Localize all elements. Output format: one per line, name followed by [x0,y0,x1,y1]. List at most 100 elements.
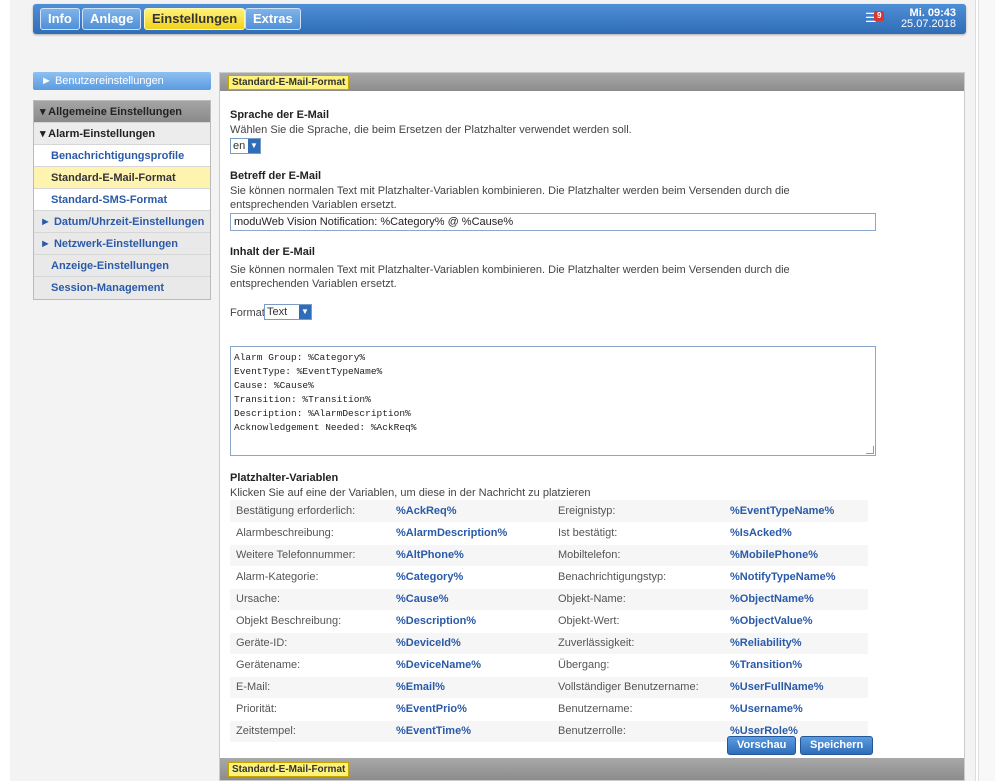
sidebar: ► Benutzereinstellungen ▾ Allgemeine Ein… [33,72,211,300]
panel-footer: Standard-E-Mail-Format [220,758,964,780]
table-row: Geräte-ID: %DeviceId% Zuverlässigkeit: %Rel… [230,632,868,655]
table-row: Bestätigung erforderlich: %AckReq% Ereigni… [230,500,868,523]
save-button[interactable]: Speichern [800,736,874,755]
placeholder-variable[interactable]: %Cause% [390,588,552,611]
placeholder-label: Objekt Beschreibung: [230,610,390,633]
placeholder-variable[interactable]: %AltPhone% [390,544,552,567]
placeholder-label: Zeitstempel: [230,720,390,743]
placeholder-variable[interactable]: %EventTime% [390,720,552,743]
placeholder-label: Mobiltelefon: [552,544,724,567]
body-line: Acknowledgement Needed: %AckReq% [234,422,417,433]
placeholder-variable[interactable]: %Reliability% [724,632,868,655]
language-select[interactable]: en ▼ [230,138,261,154]
tab-extras[interactable]: Extras [245,8,301,30]
sidebar-item-session[interactable]: Session-Management [34,277,210,299]
placeholder-variable[interactable]: %DeviceId% [390,632,552,655]
placeholder-label: Ist bestätigt: [552,522,724,545]
panel-title: Standard-E-Mail-Format [228,75,350,90]
placeholder-variable[interactable]: %EventPrio% [390,698,552,721]
language-desc: Wählen Sie die Sprache, die beim Ersetze… [230,124,632,136]
placeholder-label: Zuverlässigkeit: [552,632,724,655]
top-navigation-bar: Info Anlage Einstellungen Extras ☰ 9 Mi.… [33,4,966,34]
placeholder-label: Gerätename: [230,654,390,677]
table-row: Objekt Beschreibung: %Description% Objekt-… [230,610,868,633]
placeholder-label: Ereignistyp: [552,500,724,523]
placeholder-variable[interactable]: %ObjectName% [724,588,868,611]
alarm-indicator[interactable]: ☰ 9 [865,10,891,28]
placeholder-variable[interactable]: %MobilePhone% [724,544,868,567]
placeholder-variable[interactable]: %Email% [390,676,552,699]
sidebar-item-email-format[interactable]: Standard-E-Mail-Format [34,167,210,189]
body-line: Transition: %Transition% [234,394,371,405]
tab-info[interactable]: Info [40,8,80,30]
sidebar-item-network[interactable]: ► Netzwerk-Einstellungen [34,233,210,255]
chevron-down-icon: ▼ [299,305,311,319]
chevron-down-icon: ▼ [248,139,260,153]
body-textarea[interactable]: Alarm Group: %Category% EventType: %Even… [230,346,876,456]
body-line: EventType: %EventTypeName% [234,366,383,377]
body-line: Cause: %Cause% [234,380,314,391]
body-title: Inhalt der E-Mail [230,246,315,258]
format-select-value: Text [267,306,288,318]
scrollbar[interactable] [978,0,995,781]
table-row: E-Mail: %Email% Vollständiger Benutzername… [230,676,868,699]
alarm-count-badge: 9 [874,11,885,21]
placeholder-variable[interactable]: %ObjectValue% [724,610,868,633]
placeholder-variable[interactable]: %Category% [390,566,552,589]
body-line: Alarm Group: %Category% [234,352,366,363]
preview-button[interactable]: Vorschau [727,736,797,755]
placeholder-label: Alarm-Kategorie: [230,566,390,589]
language-title: Sprache der E-Mail [230,109,330,121]
clock: Mi. 09:43 25.07.2018 [901,8,956,30]
sidebar-item-datetime[interactable]: ► Datum/Uhrzeit-Einstellungen [34,211,210,233]
placeholder-label: Alarmbeschreibung: [230,522,390,545]
table-row: Priorität: %EventPrio% Benutzername: %Usern… [230,698,868,721]
placeholder-variable[interactable]: %AckReq% [390,500,552,523]
placeholders-desc: Klicken Sie auf eine der Variablen, um d… [230,487,591,499]
placeholder-label: Objekt-Wert: [552,610,724,633]
placeholder-label: Bestätigung erforderlich: [230,500,390,523]
sidebar-item-sms-format[interactable]: Standard-SMS-Format [34,189,210,211]
placeholder-variable[interactable]: %AlarmDescription% [390,522,552,545]
placeholder-variable[interactable]: %Username% [724,698,868,721]
placeholder-label: Benutzerrolle: [552,720,724,743]
sidebar-item-alarm[interactable]: ▾ Alarm-Einstellungen [34,123,210,145]
placeholder-table: Bestätigung erforderlich: %AckReq% Ereigni… [230,500,868,743]
body-line: Description: %AlarmDescription% [234,408,411,419]
placeholder-variable[interactable]: %IsAcked% [724,522,868,545]
format-select[interactable]: Text ▼ [264,304,312,320]
subject-desc: Sie können normalen Text mit Platzhalter… [230,185,790,211]
placeholder-label: Objekt-Name: [552,588,724,611]
sidebar-item-general[interactable]: ▾ Allgemeine Einstellungen [34,101,210,123]
sidebar-item-display[interactable]: Anzeige-Einstellungen [34,255,210,277]
tab-einstellungen[interactable]: Einstellungen [144,8,246,30]
table-row: Alarm-Kategorie: %Category% Benachrichtigu… [230,566,868,589]
sidebar-item-notification-profiles[interactable]: Benachrichtigungsprofile [34,145,210,167]
placeholder-label: Ursache: [230,588,390,611]
tab-anlage[interactable]: Anlage [82,8,142,30]
subject-input[interactable]: moduWeb Vision Notification: %Category% … [230,213,876,231]
placeholder-variable[interactable]: %Transition% [724,654,868,677]
placeholders-title: Platzhalter-Variablen [230,472,339,484]
placeholder-variable[interactable]: %DeviceName% [390,654,552,677]
placeholder-label: Benachrichtigungstyp: [552,566,724,589]
clock-date: 25.07.2018 [900,18,956,30]
email-format-panel: Standard-E-Mail-Format Sprache der E-Mai… [219,72,965,781]
placeholder-label: Benutzername: [552,698,724,721]
table-row: Weitere Telefonnummer: %AltPhone% Mobiltel… [230,544,868,567]
placeholder-variable[interactable]: %NotifyTypeName% [724,566,868,589]
placeholder-label: Priorität: [230,698,390,721]
placeholder-variable[interactable]: %EventTypeName% [724,500,868,523]
placeholder-variable[interactable]: %UserFullName% [724,676,868,699]
placeholder-variable[interactable]: %Description% [390,610,552,633]
table-row: Ursache: %Cause% Objekt-Name: %ObjectName% [230,588,868,611]
resize-grip-icon[interactable] [866,446,874,454]
panel-header: Standard-E-Mail-Format [220,73,964,91]
placeholder-label: Übergang: [552,654,724,677]
panel-footer-title: Standard-E-Mail-Format [228,762,350,777]
placeholder-label: Weitere Telefonnummer: [230,544,390,567]
placeholder-label: Vollständiger Benutzername: [552,676,724,699]
subject-title: Betreff der E-Mail [230,170,322,182]
language-select-value: en [233,140,246,152]
sidebar-item-user-settings[interactable]: ► Benutzereinstellungen [33,72,211,90]
